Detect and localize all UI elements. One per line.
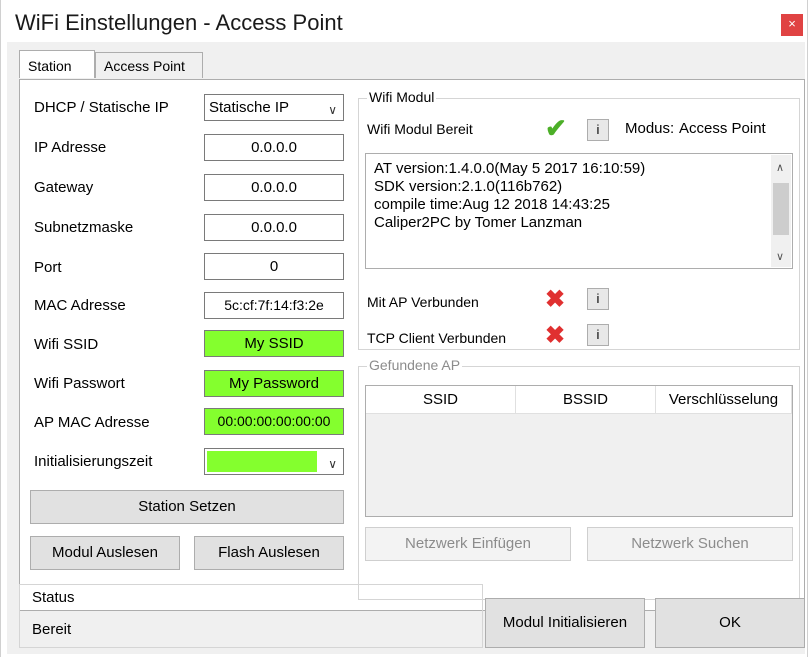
wifi-modul-bereit-label: Wifi Modul Bereit (367, 121, 473, 137)
modul-initialisieren-button[interactable]: Modul Initialisieren (485, 598, 645, 648)
init-time-select[interactable]: ∨ (204, 448, 344, 475)
ap-mac-label: AP MAC Adresse (34, 414, 150, 431)
tab-station[interactable]: Station (19, 50, 95, 78)
modul-auslesen-button[interactable]: Modul Auslesen (30, 536, 180, 570)
ssid-label: Wifi SSID (34, 336, 99, 353)
tab-access-point[interactable]: Access Point (95, 52, 203, 78)
scroll-up-icon[interactable]: ∧ (776, 161, 784, 174)
wifi-modul-title: Wifi Modul (367, 89, 437, 105)
scroll-thumb[interactable] (773, 183, 789, 235)
status-title: Status (32, 589, 75, 606)
ap-mac-field[interactable]: 00:00:00:00:00:00 (204, 408, 344, 435)
ip-label: IP Adresse (34, 139, 107, 156)
found-ap-group: Gefundene AP SSID BSSID Verschlüsselung … (358, 357, 800, 600)
wifi-modul-group: Wifi Modul Wifi Modul Bereit ✔ i Modus: … (358, 89, 800, 350)
netzwerk-suchen-button[interactable]: Netzwerk Suchen (587, 527, 793, 561)
cross-icon: ✖ (545, 322, 566, 349)
found-ap-list[interactable]: SSID BSSID Verschlüsselung (365, 385, 793, 517)
chevron-down-icon: ∨ (328, 103, 337, 117)
init-time-label: Initialisierungszeit (34, 453, 153, 470)
info-button[interactable]: i (587, 119, 609, 141)
gateway-field[interactable]: 0.0.0.0 (204, 174, 344, 201)
firmware-line: compile time:Aug 12 2018 14:43:25 (374, 196, 610, 213)
station-tab-page: DHCP / Statische IP Statische IP ∨ IP Ad… (19, 79, 805, 611)
column-ssid[interactable]: SSID (366, 386, 516, 414)
flash-auslesen-button[interactable]: Flash Auslesen (194, 536, 344, 570)
mac-field[interactable]: 5c:cf:7f:14:f3:2e (204, 292, 344, 319)
gateway-label: Gateway (34, 179, 94, 196)
ssid-field[interactable]: My SSID (204, 330, 344, 357)
window-title: WiFi Einstellungen - Access Point (15, 10, 343, 35)
netzwerk-einfuegen-button[interactable]: Netzwerk Einfügen (365, 527, 571, 561)
vertical-scrollbar[interactable]: ∧ ∨ (771, 155, 791, 267)
scroll-down-icon[interactable]: ∨ (776, 250, 784, 263)
password-field[interactable]: My Password (204, 370, 344, 397)
init-time-value (207, 451, 317, 472)
dhcp-select-value: Statische IP (209, 99, 290, 116)
port-field[interactable]: 0 (204, 253, 344, 280)
check-icon: ✔ (545, 113, 567, 143)
modus-value: Access Point (679, 120, 766, 137)
ap-connected-label: Mit AP Verbunden (367, 294, 479, 310)
cross-icon: ✖ (545, 286, 566, 313)
firmware-line: AT version:1.4.0.0(May 5 2017 16:10:59) (374, 160, 646, 177)
client-area: Station Access Point DHCP / Statische IP… (7, 42, 805, 654)
close-button[interactable]: × (781, 14, 803, 36)
mac-label: MAC Adresse (34, 297, 126, 314)
firmware-info-textbox[interactable]: AT version:1.4.0.0(May 5 2017 16:10:59) … (365, 153, 793, 269)
password-label: Wifi Passwort (34, 375, 125, 392)
column-bssid[interactable]: BSSID (516, 386, 656, 414)
wifi-settings-window: WiFi Einstellungen - Access Point × Stat… (0, 0, 808, 657)
status-group: Status Bereit (19, 584, 483, 648)
found-ap-title: Gefundene AP (367, 357, 463, 373)
column-encryption[interactable]: Verschlüsselung (656, 386, 792, 414)
info-button[interactable]: i (587, 324, 609, 346)
ip-address-field[interactable]: 0.0.0.0 (204, 134, 344, 161)
subnet-field[interactable]: 0.0.0.0 (204, 214, 344, 241)
dhcp-select[interactable]: Statische IP ∨ (204, 94, 344, 121)
dhcp-label: DHCP / Statische IP (34, 99, 169, 116)
ok-button[interactable]: OK (655, 598, 805, 648)
firmware-line: Caliper2PC by Tomer Lanzman (374, 214, 583, 231)
port-label: Port (34, 259, 62, 276)
modus-label: Modus: (625, 120, 675, 137)
subnet-label: Subnetzmaske (34, 219, 134, 236)
info-button[interactable]: i (587, 288, 609, 310)
station-setzen-button[interactable]: Station Setzen (30, 490, 344, 524)
title-bar: WiFi Einstellungen - Access Point × (1, 0, 807, 42)
status-value: Bereit (32, 621, 72, 638)
tcp-connected-label: TCP Client Verbunden (367, 330, 507, 346)
firmware-line: SDK version:2.1.0(116b762) (374, 178, 563, 195)
chevron-down-icon: ∨ (328, 457, 337, 471)
